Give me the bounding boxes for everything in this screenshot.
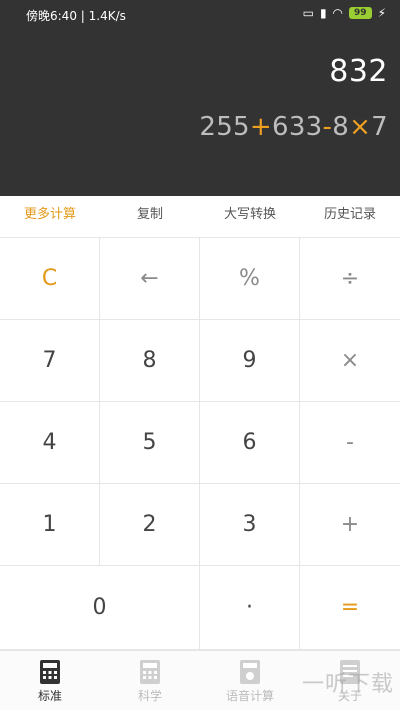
status-icons: ▭ ▮ ◠ 99 ⚡ bbox=[303, 6, 386, 20]
history-button[interactable]: 历史记录 bbox=[300, 196, 400, 237]
battery-icon: 99 bbox=[349, 7, 372, 19]
add-button[interactable]: + bbox=[300, 484, 400, 566]
digit-3-button[interactable]: 3 bbox=[200, 484, 300, 566]
status-bar: 傍晚6:40 | 1.4K/s ▭ ▮ ◠ 99 ⚡ bbox=[0, 0, 400, 28]
multiply-button[interactable]: × bbox=[300, 320, 400, 402]
operator: + bbox=[249, 112, 272, 142]
digit-9-button[interactable]: 9 bbox=[200, 320, 300, 402]
tab-standard[interactable]: 标准 bbox=[0, 651, 100, 710]
watermark: 一听下载 bbox=[301, 672, 394, 697]
operator: - bbox=[322, 112, 333, 142]
calculator-icon bbox=[40, 660, 60, 684]
charging-icon: ⚡ bbox=[377, 6, 386, 20]
function-bar: 更多计算 复制 大写转换 历史记录 bbox=[0, 196, 400, 238]
percent-button[interactable]: % bbox=[200, 238, 300, 320]
operator: × bbox=[349, 112, 372, 142]
operand: 633 bbox=[272, 112, 323, 142]
operand: 255 bbox=[199, 112, 250, 142]
digit-2-button[interactable]: 2 bbox=[100, 484, 200, 566]
calculator-icon bbox=[140, 660, 160, 684]
subtract-button[interactable]: - bbox=[300, 402, 400, 484]
clear-button[interactable]: C bbox=[0, 238, 100, 320]
expression: 255+633-8×7 bbox=[199, 112, 388, 142]
tab-voice-calc[interactable]: 语音计算 bbox=[200, 651, 300, 710]
voice-calculator-icon bbox=[240, 660, 260, 684]
digit-5-button[interactable]: 5 bbox=[100, 402, 200, 484]
digit-0-button[interactable]: 0 bbox=[0, 566, 200, 650]
digit-7-button[interactable]: 7 bbox=[0, 320, 100, 402]
copy-button[interactable]: 复制 bbox=[100, 196, 200, 237]
wifi-icon: ◠ bbox=[332, 6, 344, 20]
operand: 7 bbox=[371, 112, 388, 142]
operand: 8 bbox=[332, 112, 350, 142]
more-calc-button[interactable]: 更多计算 bbox=[0, 196, 100, 237]
tab-label: 语音计算 bbox=[225, 689, 274, 703]
decimal-point-button[interactable]: · bbox=[200, 566, 300, 650]
digit-1-button[interactable]: 1 bbox=[0, 484, 100, 566]
digit-4-button[interactable]: 4 bbox=[0, 402, 100, 484]
digit-8-button[interactable]: 8 bbox=[100, 320, 200, 402]
tab-label: 科学 bbox=[137, 689, 162, 703]
divide-button[interactable]: ÷ bbox=[300, 238, 400, 320]
uppercase-convert-button[interactable]: 大写转换 bbox=[200, 196, 300, 237]
status-time: 傍晚6:40 | 1.4K/s bbox=[26, 9, 126, 23]
sim-icon: ▭ bbox=[302, 6, 314, 20]
digit-6-button[interactable]: 6 bbox=[200, 402, 300, 484]
tab-scientific[interactable]: 科学 bbox=[100, 651, 200, 710]
backspace-button[interactable]: ← bbox=[100, 238, 200, 320]
result-value: 832 bbox=[329, 54, 388, 89]
equals-button[interactable]: = bbox=[300, 566, 400, 650]
signal-icon: ▮ bbox=[319, 6, 327, 20]
calculator-display: 832 255+633-8×7 bbox=[0, 28, 400, 196]
keypad: C ← % ÷ 7 8 9 × 4 5 6 - 1 2 3 + 0 · = bbox=[0, 238, 400, 650]
tab-label: 标准 bbox=[37, 689, 62, 703]
